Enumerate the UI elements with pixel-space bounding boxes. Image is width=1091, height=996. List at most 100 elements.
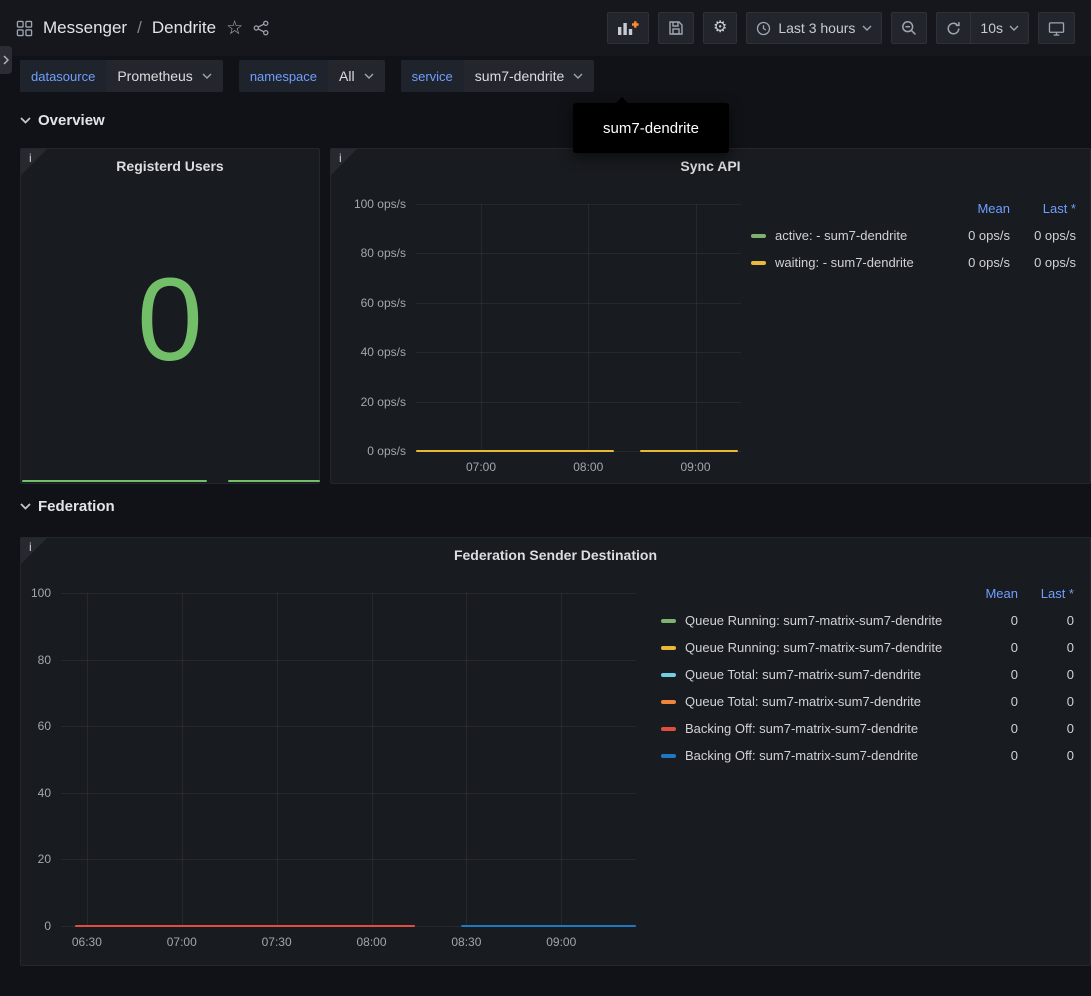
- series-swatch-icon: [661, 646, 676, 650]
- variable-label: service: [401, 60, 464, 92]
- tooltip-text: sum7-dendrite: [603, 120, 699, 137]
- chevron-down-icon: [1009, 25, 1019, 31]
- share-icon[interactable]: [253, 20, 270, 36]
- series-mean: 0: [958, 748, 1018, 763]
- datasource-dropdown[interactable]: Prometheus: [106, 60, 222, 92]
- series-last: 0: [1018, 721, 1074, 736]
- series-name[interactable]: Queue Total: sum7-matrix-sum7-dendrite: [685, 667, 958, 682]
- variable-value: All: [339, 68, 355, 84]
- legend-item[interactable]: Queue Running: sum7-matrix-sum7-dendrite…: [661, 607, 1074, 634]
- legend-col-last[interactable]: Last *: [1010, 201, 1076, 216]
- series-name[interactable]: Queue Total: sum7-matrix-sum7-dendrite: [685, 694, 958, 709]
- legend-item[interactable]: active: - sum7-dendrite 0 ops/s 0 ops/s: [751, 222, 1076, 249]
- series-mean: 0 ops/s: [930, 255, 1010, 270]
- series-mean: 0: [958, 640, 1018, 655]
- x-axis-label: 07:00: [466, 460, 496, 474]
- series-name[interactable]: Backing Off: sum7-matrix-sum7-dendrite: [685, 748, 958, 763]
- gridline-h: [416, 253, 741, 254]
- chevron-down-icon: [20, 503, 31, 510]
- series-name[interactable]: waiting: - sum7-dendrite: [775, 255, 930, 270]
- row-title: Overview: [38, 112, 105, 129]
- time-range-picker[interactable]: Last 3 hours: [746, 12, 882, 44]
- dashboard-settings-button[interactable]: ⚙: [703, 12, 737, 44]
- series-swatch-icon: [661, 754, 676, 758]
- gridline-v: [696, 204, 697, 451]
- legend-col-mean[interactable]: Mean: [958, 586, 1018, 601]
- gridline-v: [87, 593, 88, 926]
- legend-item[interactable]: waiting: - sum7-dendrite 0 ops/s 0 ops/s: [751, 249, 1076, 276]
- save-dashboard-button[interactable]: [658, 12, 694, 44]
- chevron-down-icon: [862, 25, 872, 31]
- gridline-v: [466, 593, 467, 926]
- panel-title[interactable]: Federation Sender Destination: [21, 547, 1090, 563]
- time-range-label: Last 3 hours: [778, 20, 855, 36]
- gridline-v: [561, 593, 562, 926]
- gridline-v: [481, 204, 482, 451]
- row-title: Federation: [38, 498, 115, 515]
- series-last: 0: [1018, 748, 1074, 763]
- chevron-down-icon: [573, 73, 583, 79]
- panel-registered-users: i Registerd Users 0: [20, 148, 320, 484]
- row-overview[interactable]: Overview: [20, 112, 105, 129]
- gridline-v: [588, 204, 589, 451]
- series-last: 0 ops/s: [1010, 255, 1076, 270]
- grafana-dashboard: Messenger / Dendrite ☆ ⚙: [0, 0, 1091, 996]
- y-axis-label: 80: [38, 653, 51, 667]
- legend-item[interactable]: Backing Off: sum7-matrix-sum7-dendrite 0…: [661, 742, 1074, 769]
- sparkline-segment: [228, 480, 320, 482]
- sidebar-toggle[interactable]: [0, 46, 12, 74]
- x-axis-label: 08:00: [573, 460, 603, 474]
- legend-item[interactable]: Queue Total: sum7-matrix-sum7-dendrite 0…: [661, 661, 1074, 688]
- refresh-interval-dropdown[interactable]: 10s: [971, 13, 1028, 43]
- series-mean: 0 ops/s: [930, 228, 1010, 243]
- save-icon: [668, 20, 684, 36]
- cycle-view-mode-button[interactable]: [1038, 12, 1075, 44]
- gridline-v: [372, 593, 373, 926]
- breadcrumb-folder[interactable]: Messenger: [43, 18, 127, 38]
- row-federation[interactable]: Federation: [20, 498, 115, 515]
- legend-item[interactable]: Backing Off: sum7-matrix-sum7-dendrite 0…: [661, 715, 1074, 742]
- service-dropdown[interactable]: sum7-dendrite: [464, 60, 595, 92]
- panel-sync-api: i Sync API 100 ops/s 80 ops/s 60 ops/s 4…: [330, 148, 1091, 484]
- zoom-out-time-button[interactable]: [891, 12, 927, 44]
- star-icon[interactable]: ☆: [226, 19, 243, 38]
- series-name[interactable]: active: - sum7-dendrite: [775, 228, 930, 243]
- x-axis-label: 06:30: [72, 935, 102, 949]
- series-name[interactable]: Backing Off: sum7-matrix-sum7-dendrite: [685, 721, 958, 736]
- series-mean: 0: [958, 694, 1018, 709]
- y-axis-label: 80 ops/s: [361, 246, 406, 260]
- series-swatch-icon: [661, 619, 676, 623]
- chevron-down-icon: [364, 73, 374, 79]
- namespace-dropdown[interactable]: All: [328, 60, 385, 92]
- variable-service: service sum7-dendrite: [401, 60, 595, 92]
- x-axis-label: 09:00: [546, 935, 576, 949]
- stat-value: 0: [21, 261, 319, 379]
- legend-col-last[interactable]: Last *: [1018, 586, 1074, 601]
- variable-label: namespace: [239, 60, 328, 92]
- series-last: 0: [1018, 613, 1074, 628]
- series-name[interactable]: Queue Running: sum7-matrix-sum7-dendrite: [685, 613, 958, 628]
- legend-header: Mean Last *: [661, 580, 1074, 607]
- breadcrumb-dashboard[interactable]: Dendrite: [152, 18, 216, 38]
- y-axis-label: 20: [38, 852, 51, 866]
- series-swatch-icon: [751, 261, 766, 265]
- panel-title[interactable]: Registerd Users: [21, 158, 319, 174]
- legend-item[interactable]: Queue Running: sum7-matrix-sum7-dendrite…: [661, 634, 1074, 661]
- series-name[interactable]: Queue Running: sum7-matrix-sum7-dendrite: [685, 640, 958, 655]
- panel-title[interactable]: Sync API: [331, 158, 1090, 174]
- variables-bar: datasource Prometheus namespace All serv…: [20, 60, 594, 92]
- refresh-button[interactable]: [937, 13, 970, 43]
- add-panel-button[interactable]: [607, 12, 649, 44]
- dashboards-grid-icon[interactable]: [16, 20, 33, 37]
- series-swatch-icon: [661, 727, 676, 731]
- variable-value: sum7-dendrite: [475, 68, 565, 84]
- gridline-h: [416, 303, 741, 304]
- variable-namespace: namespace All: [239, 60, 385, 92]
- sparkline-segment: [22, 480, 207, 482]
- sync-api-legend: Mean Last * active: - sum7-dendrite 0 op…: [751, 195, 1076, 276]
- federation-plot-area: 100 80 60 40 20 0 06:30 07:00 07:30 08:0…: [61, 593, 636, 926]
- series-mean: 0: [958, 667, 1018, 682]
- legend-item[interactable]: Queue Total: sum7-matrix-sum7-dendrite 0…: [661, 688, 1074, 715]
- legend-col-mean[interactable]: Mean: [930, 201, 1010, 216]
- tooltip-arrow: [615, 97, 629, 104]
